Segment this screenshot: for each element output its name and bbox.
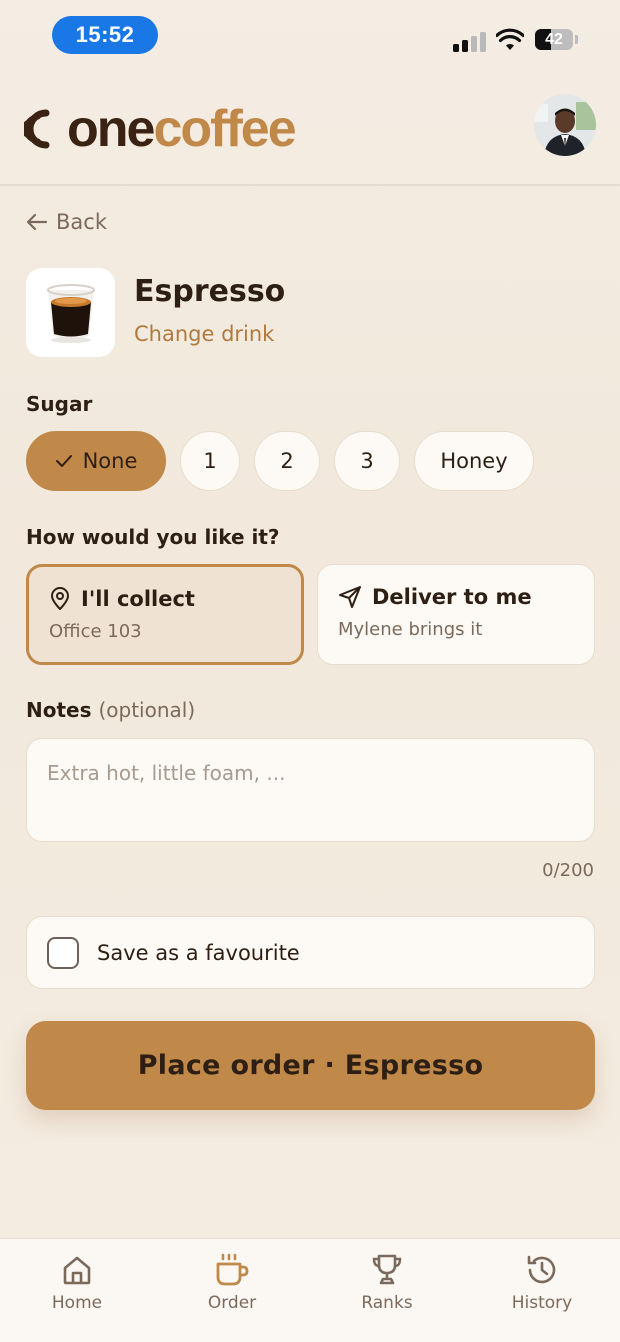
collect-option-subtitle: Office 103	[49, 621, 142, 642]
home-icon	[63, 1256, 91, 1285]
tab-home[interactable]: Home	[17, 1253, 137, 1313]
logo-text-coffee: coffee	[153, 100, 296, 158]
battery-cap	[575, 35, 578, 44]
tab-label: Order	[207, 1293, 257, 1313]
sugar-option-honey[interactable]: Honey	[414, 431, 534, 491]
profile-photo	[534, 94, 596, 156]
drink-image	[26, 268, 115, 357]
collect-option-card[interactable]: I'll collect Office 103	[26, 564, 304, 665]
logo-text-one: one	[67, 100, 155, 158]
history-icon	[527, 1255, 556, 1284]
sugar-option-2[interactable]: 2	[254, 431, 320, 491]
tab-ranks[interactable]: Ranks	[327, 1253, 447, 1313]
battery-icon: 42	[535, 29, 573, 50]
cellular-signal-icon	[453, 30, 487, 52]
collect-option-title: I'll collect	[81, 587, 195, 611]
trophy-icon	[372, 1254, 402, 1285]
status-time: 15:52	[52, 16, 158, 54]
sugar-option-3[interactable]: 3	[334, 431, 400, 491]
delivery-label: How would you like it?	[26, 525, 280, 549]
logo-swoosh-icon	[24, 109, 50, 149]
sugar-option-1[interactable]: 1	[180, 431, 240, 491]
notes-label: Notes (optional)	[26, 698, 195, 722]
deliver-option-subtitle: Mylene brings it	[338, 619, 483, 640]
deliver-option-title: Deliver to me	[372, 585, 532, 609]
check-icon	[55, 455, 72, 467]
notes-optional-hint: (optional)	[98, 698, 196, 722]
bottom-tab-bar: Home Order Ranks History	[0, 1238, 620, 1342]
sugar-option-none[interactable]: None	[26, 431, 166, 491]
avatar[interactable]	[534, 94, 596, 156]
sugar-option-label: 2	[280, 449, 294, 473]
sugar-option-label: 3	[360, 449, 374, 473]
sugar-option-label: Honey	[440, 449, 508, 473]
location-pin-icon	[51, 587, 69, 610]
drink-name: Espresso	[134, 274, 286, 309]
sugar-option-label: 1	[203, 449, 217, 473]
tab-order[interactable]: Order	[172, 1253, 292, 1313]
app-header: onecoffee	[0, 72, 620, 186]
coffee-cup-icon	[216, 1253, 249, 1286]
notes-placeholder: Extra hot, little foam, ...	[47, 761, 286, 785]
notes-input[interactable]: Extra hot, little foam, ...	[26, 738, 595, 842]
change-drink-link[interactable]: Change drink	[134, 322, 274, 346]
back-label: Back	[56, 210, 107, 234]
deliver-option-card[interactable]: Deliver to me Mylene brings it	[317, 564, 595, 665]
notes-label-text: Notes	[26, 698, 92, 722]
tab-label: Home	[51, 1293, 103, 1313]
wifi-icon	[496, 28, 524, 50]
send-icon	[339, 586, 361, 608]
notes-char-counter: 0/200	[542, 860, 594, 881]
sugar-label: Sugar	[26, 392, 93, 416]
tab-history[interactable]: History	[482, 1253, 602, 1313]
arrow-left-icon	[26, 213, 48, 231]
favourite-checkbox[interactable]	[47, 936, 79, 969]
status-bar: 15:52 42	[0, 0, 620, 72]
tab-label: History	[511, 1293, 573, 1313]
place-order-button[interactable]: Place order · Espresso	[26, 1021, 595, 1110]
espresso-glass-icon	[46, 283, 95, 343]
battery-level: 42	[545, 30, 563, 48]
tab-label: Ranks	[361, 1293, 413, 1313]
favourite-label: Save as a favourite	[97, 940, 300, 965]
app-screen: 15:52 42 onecoffee Back Espresso Change …	[0, 0, 620, 1342]
onecoffee-logo: onecoffee	[24, 100, 297, 158]
back-button[interactable]: Back	[26, 210, 107, 234]
save-favourite-row[interactable]: Save as a favourite	[26, 916, 595, 989]
sugar-option-label: None	[82, 449, 138, 473]
